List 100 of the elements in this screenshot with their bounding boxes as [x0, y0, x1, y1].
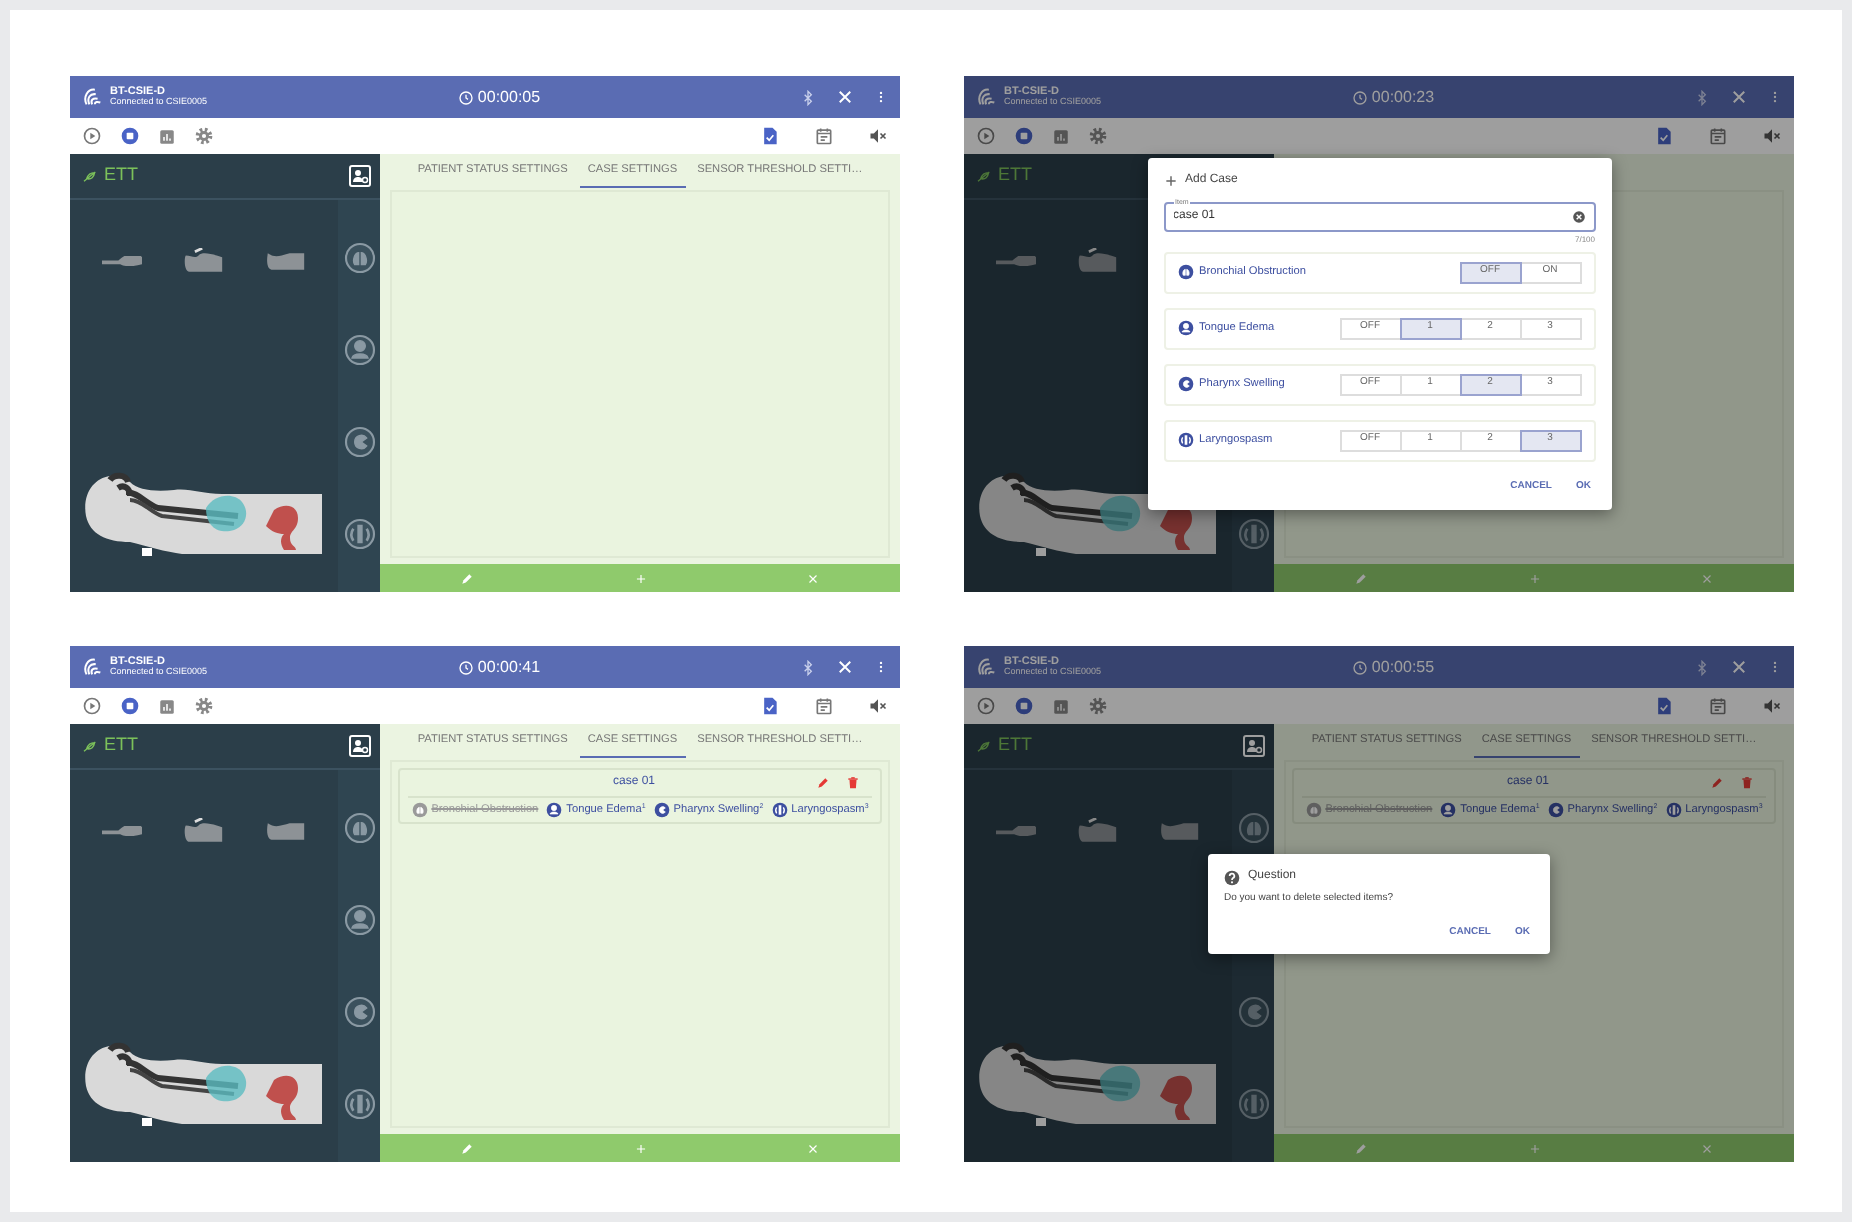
- model-icon: [1077, 248, 1118, 272]
- bluetooth-icon[interactable]: [1694, 89, 1710, 105]
- stop-icon[interactable]: [120, 126, 140, 146]
- timer: 00:00:55: [1371, 655, 1435, 679]
- delete-icon[interactable]: [846, 776, 861, 790]
- condition-icon[interactable]: [343, 426, 375, 458]
- play-icon[interactable]: [976, 696, 996, 716]
- model-icon: [1077, 818, 1118, 842]
- calendar-icon[interactable]: [814, 696, 834, 716]
- calendar-icon[interactable]: [1708, 126, 1728, 146]
- plus-icon: [1163, 174, 1177, 188]
- logo-icon: [82, 86, 104, 108]
- panel-title: ETT: [998, 732, 1032, 759]
- stop-icon[interactable]: [120, 696, 140, 716]
- calendar-icon[interactable]: [814, 126, 834, 146]
- close-icon[interactable]: [1730, 88, 1748, 106]
- clock-icon: [1351, 659, 1368, 675]
- model-icon: [183, 248, 224, 272]
- timer: 00:00:23: [1371, 85, 1435, 109]
- document-check-icon[interactable]: [760, 696, 780, 716]
- mute-icon[interactable]: [868, 696, 888, 716]
- chart-icon[interactable]: [158, 697, 176, 715]
- more-icon[interactable]: [874, 660, 888, 674]
- more-icon[interactable]: [1768, 90, 1782, 104]
- document-check-icon[interactable]: [1654, 696, 1674, 716]
- close-icon[interactable]: [1730, 658, 1748, 676]
- model-icon: [996, 255, 1037, 265]
- model-icon: [183, 818, 224, 842]
- leaf-icon: [976, 168, 992, 184]
- more-icon[interactable]: [874, 90, 888, 104]
- logo-icon: [976, 656, 998, 678]
- settings-icon[interactable]: [1088, 696, 1108, 716]
- play-icon[interactable]: [976, 126, 996, 146]
- clock-icon: [457, 89, 474, 105]
- stop-icon[interactable]: [1014, 126, 1034, 146]
- model-icon: [265, 251, 306, 269]
- model-icon: [1159, 821, 1200, 839]
- condition-icon[interactable]: [1237, 812, 1269, 844]
- condition-icon[interactable]: [343, 242, 375, 274]
- timer: 00:00:41: [477, 655, 541, 679]
- timer: 00:00:05: [477, 85, 541, 109]
- condition-icon: [411, 802, 428, 819]
- condition-icon: [1665, 802, 1682, 819]
- settings-icon[interactable]: [194, 126, 214, 146]
- edit-icon[interactable]: [459, 571, 474, 585]
- close-icon[interactable]: [836, 658, 854, 676]
- stop-icon[interactable]: [1014, 696, 1034, 716]
- condition-icon: [1177, 320, 1193, 336]
- model-icon: [102, 825, 143, 835]
- play-icon[interactable]: [82, 696, 102, 716]
- condition-icon: [1440, 802, 1457, 819]
- condition-icon: [771, 802, 788, 819]
- bluetooth-icon[interactable]: [1694, 659, 1710, 675]
- profile-icon[interactable]: [1242, 734, 1266, 758]
- leaf-icon: [82, 168, 98, 184]
- bluetooth-icon[interactable]: [800, 659, 816, 675]
- condition-icon: [1177, 376, 1193, 392]
- edit-icon[interactable]: [1710, 776, 1725, 790]
- play-icon[interactable]: [82, 126, 102, 146]
- condition-icon[interactable]: [343, 334, 375, 366]
- condition-icon[interactable]: [1237, 996, 1269, 1028]
- edit-icon[interactable]: [459, 1141, 474, 1155]
- edit-icon[interactable]: [816, 776, 831, 790]
- panel-title: ETT: [104, 732, 138, 759]
- settings-icon[interactable]: [194, 696, 214, 716]
- help-icon: [1224, 869, 1240, 885]
- panel-title: ETT: [104, 162, 138, 189]
- delete-icon[interactable]: [1740, 776, 1755, 790]
- leaf-icon: [82, 738, 98, 754]
- chart-icon[interactable]: [158, 127, 176, 145]
- chart-icon[interactable]: [1052, 697, 1070, 715]
- condition-icon: [653, 802, 670, 819]
- close-icon[interactable]: [836, 88, 854, 106]
- mute-icon[interactable]: [1762, 696, 1782, 716]
- model-icon: [102, 255, 143, 265]
- document-check-icon[interactable]: [760, 126, 780, 146]
- condition-icon: [546, 802, 563, 819]
- document-check-icon[interactable]: [1654, 126, 1674, 146]
- condition-icon[interactable]: [343, 996, 375, 1028]
- clear-icon[interactable]: [1571, 209, 1585, 223]
- mute-icon[interactable]: [868, 126, 888, 146]
- condition-icon[interactable]: [343, 812, 375, 844]
- more-icon[interactable]: [1768, 660, 1782, 674]
- clock-icon: [457, 659, 474, 675]
- settings-icon[interactable]: [1088, 126, 1108, 146]
- profile-icon[interactable]: [348, 734, 372, 758]
- mute-icon[interactable]: [1762, 126, 1782, 146]
- panel-title: ETT: [998, 162, 1032, 189]
- condition-icon[interactable]: [343, 1088, 375, 1120]
- logo-icon: [976, 86, 998, 108]
- bluetooth-icon[interactable]: [800, 89, 816, 105]
- condition-icon[interactable]: [1237, 1088, 1269, 1120]
- calendar-icon[interactable]: [1708, 696, 1728, 716]
- condition-icon[interactable]: [1237, 518, 1269, 550]
- condition-icon[interactable]: [343, 518, 375, 550]
- condition-icon[interactable]: [343, 904, 375, 936]
- chart-icon[interactable]: [1052, 127, 1070, 145]
- clock-icon: [1351, 89, 1368, 105]
- profile-icon[interactable]: [348, 164, 372, 188]
- condition-icon: [1177, 432, 1193, 448]
